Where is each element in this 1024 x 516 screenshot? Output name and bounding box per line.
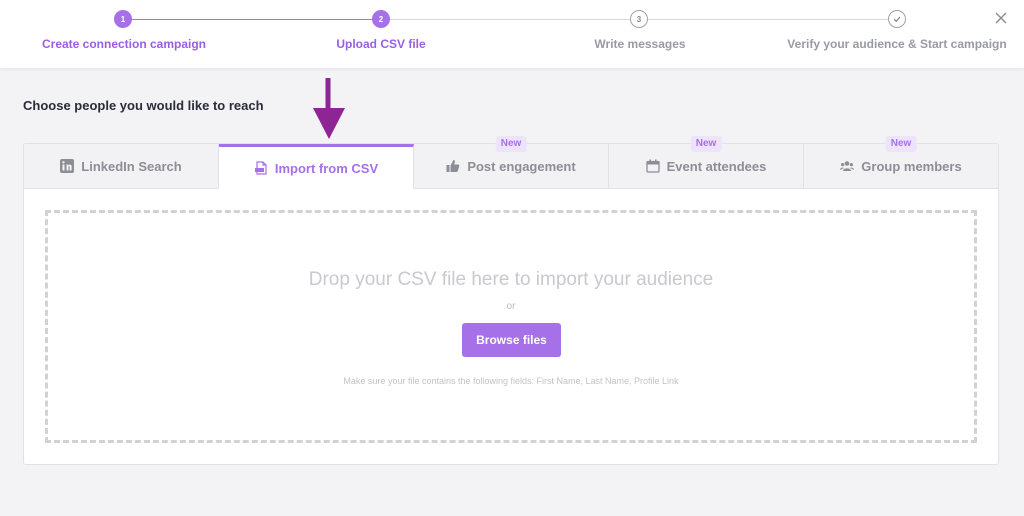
new-badge: New xyxy=(495,136,527,152)
step-1-number: 1 xyxy=(120,14,126,24)
new-badge: New xyxy=(690,136,722,152)
step-4-indicator[interactable] xyxy=(888,10,906,28)
audience-source-card: LinkedIn Search Import from CSV New Post… xyxy=(23,136,999,465)
tab-import-from-csv-label: Import from CSV xyxy=(274,160,379,176)
step-3-indicator[interactable]: 3 xyxy=(630,10,648,28)
step-connector-1 xyxy=(123,19,381,20)
step-3-label[interactable]: Write messages xyxy=(594,37,685,51)
step-2-indicator[interactable]: 2 xyxy=(372,10,390,28)
annotation-arrow-icon xyxy=(313,78,345,139)
check-icon xyxy=(893,16,901,23)
step-3-number: 3 xyxy=(636,14,642,24)
tab-group-members[interactable]: New Group members xyxy=(804,136,998,189)
tab-post-engagement-label: Post engagement xyxy=(467,158,576,174)
calendar-icon xyxy=(645,159,660,173)
page-title: Choose people you would like to reach xyxy=(23,98,264,113)
step-connector-2 xyxy=(381,19,639,20)
browse-files-button[interactable]: Browse files xyxy=(462,323,561,357)
drop-zone-or: or xyxy=(506,301,516,312)
tab-group-members-label: Group members xyxy=(861,158,962,174)
step-2-label[interactable]: Upload CSV file xyxy=(336,37,425,51)
tab-event-attendees-label: Event attendees xyxy=(666,158,767,174)
source-tabs: LinkedIn Search Import from CSV New Post… xyxy=(24,136,998,189)
step-4-label[interactable]: Verify your audience & Start campaign xyxy=(787,37,1006,51)
new-badge: New xyxy=(885,136,917,152)
drop-zone-title: Drop your CSV file here to import your a… xyxy=(308,269,714,290)
csv-drop-zone[interactable]: Drop your CSV file here to import your a… xyxy=(45,210,977,443)
thumbs-up-icon xyxy=(446,160,460,172)
users-icon xyxy=(840,161,855,171)
close-icon xyxy=(995,12,1007,24)
tab-import-from-csv[interactable]: Import from CSV xyxy=(219,144,414,189)
step-2-number: 2 xyxy=(378,14,384,24)
csv-file-icon xyxy=(254,161,267,175)
tab-linkedin-search[interactable]: LinkedIn Search xyxy=(24,144,219,189)
required-fields-hint: Make sure your file contains the followi… xyxy=(343,376,679,386)
step-1-label[interactable]: Create connection campaign xyxy=(42,37,206,51)
campaign-stepper: 1 2 3 Create connection campaign Upload … xyxy=(0,0,1024,68)
tab-post-engagement[interactable]: New Post engagement xyxy=(414,136,609,189)
step-connector-3 xyxy=(639,19,897,20)
tab-event-attendees[interactable]: New Event attendees xyxy=(609,136,804,189)
linkedin-icon xyxy=(60,159,75,173)
step-1-indicator[interactable]: 1 xyxy=(114,10,132,28)
close-button[interactable] xyxy=(992,9,1010,27)
tab-linkedin-search-label: LinkedIn Search xyxy=(81,158,182,174)
